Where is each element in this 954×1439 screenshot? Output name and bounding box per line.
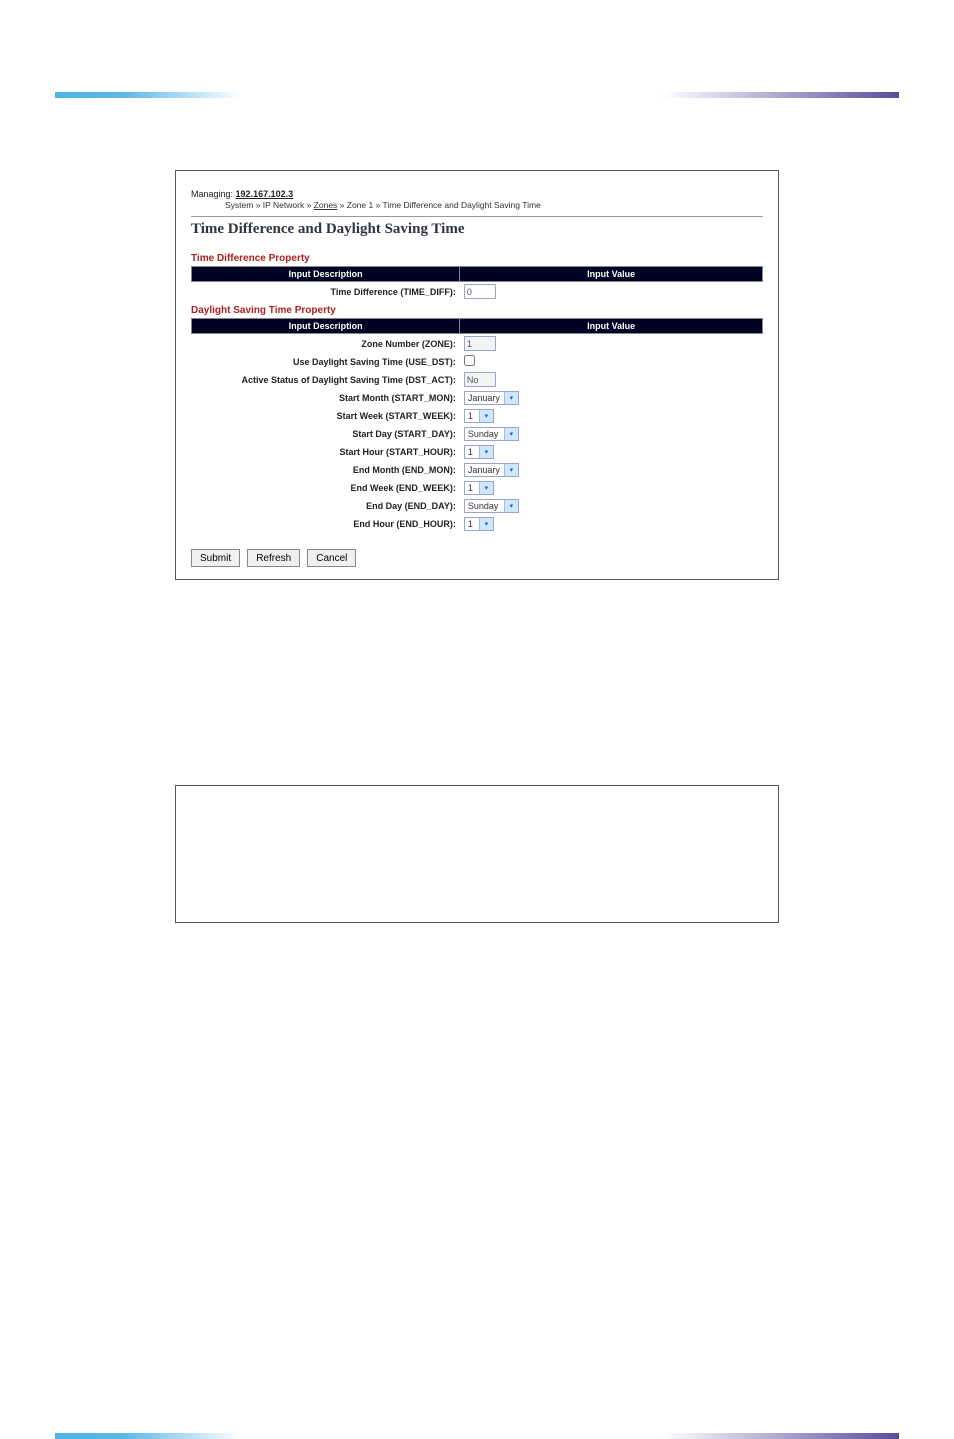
dropdown-value: Sunday	[468, 501, 504, 511]
dst-table: Input Description Input Value Zone Numbe…	[191, 318, 763, 533]
blank-panel	[175, 785, 779, 923]
input-label: Zone Number (ZONE):	[192, 334, 460, 354]
dropdown[interactable]: Sunday▾	[464, 427, 519, 441]
page-title: Time Difference and Daylight Saving Time	[191, 221, 763, 238]
input-label: End Day (END_DAY):	[192, 497, 460, 515]
dropdown[interactable]: Sunday▾	[464, 499, 519, 513]
table-header-val: Input Value	[460, 319, 763, 334]
input-label: End Hour (END_HOUR):	[192, 515, 460, 533]
text-input	[464, 336, 496, 351]
dropdown[interactable]: 1▾	[464, 409, 494, 423]
refresh-button[interactable]: Refresh	[247, 549, 300, 567]
managing-line: Managing: 192.167.102.3	[191, 189, 763, 199]
breadcrumb-item: Zone 1	[347, 200, 373, 210]
breadcrumb-item[interactable]: Zones	[314, 200, 338, 210]
chevron-down-icon: ▾	[504, 392, 518, 404]
table-header-desc: Input Description	[192, 267, 460, 282]
chevron-down-icon: ▾	[504, 428, 518, 440]
dropdown[interactable]: January▾	[464, 391, 519, 405]
table-row: Start Week (START_WEEK): 1▾	[192, 407, 763, 425]
divider	[191, 216, 763, 217]
config-panel: Managing: 192.167.102.3 System » IP Netw…	[175, 170, 779, 580]
breadcrumb-item: Time Difference and Daylight Saving Time	[383, 200, 541, 210]
submit-button[interactable]: Submit	[191, 549, 240, 567]
dropdown[interactable]: 1▾	[464, 445, 494, 459]
section-title-dst: Daylight Saving Time Property	[191, 305, 763, 316]
input-label: Start Day (START_DAY):	[192, 425, 460, 443]
table-row: Time Difference (TIME_DIFF):	[192, 282, 763, 302]
input-cell	[460, 334, 763, 354]
managing-ip[interactable]: 192.167.102.3	[236, 189, 294, 199]
chevron-down-icon: ▾	[504, 500, 518, 512]
table-row: Use Daylight Saving Time (USE_DST):	[192, 353, 763, 370]
chevron-down-icon: ▾	[479, 410, 493, 422]
dropdown-value: 1	[468, 447, 479, 457]
input-cell: Sunday▾	[460, 497, 763, 515]
cancel-button[interactable]: Cancel	[307, 549, 356, 567]
input-cell	[460, 353, 763, 370]
time-diff-table: Input Description Input Value Time Diffe…	[191, 266, 763, 301]
dropdown-value: Sunday	[468, 429, 504, 439]
input-label: Active Status of Daylight Saving Time (D…	[192, 370, 460, 389]
dropdown-value: 1	[468, 411, 479, 421]
breadcrumb-item: IP Network	[263, 200, 304, 210]
input-cell: 1▾	[460, 443, 763, 461]
input-cell	[460, 282, 763, 302]
table-row: End Hour (END_HOUR): 1▾	[192, 515, 763, 533]
text-input	[464, 372, 496, 387]
checkbox[interactable]	[464, 355, 475, 366]
table-row: Active Status of Daylight Saving Time (D…	[192, 370, 763, 389]
breadcrumb-item: System	[225, 200, 253, 210]
dropdown[interactable]: 1▾	[464, 517, 494, 531]
input-cell	[460, 370, 763, 389]
table-header-val: Input Value	[460, 267, 763, 282]
section-title-timediff: Time Difference Property	[191, 253, 763, 264]
input-label: Start Week (START_WEEK):	[192, 407, 460, 425]
input-cell: 1▾	[460, 479, 763, 497]
table-row: End Month (END_MON): January▾	[192, 461, 763, 479]
top-gradient-bar	[55, 92, 899, 98]
input-label: Time Difference (TIME_DIFF):	[192, 282, 460, 302]
dropdown-value: 1	[468, 483, 479, 493]
chevron-down-icon: ▾	[479, 518, 493, 530]
chevron-down-icon: ▾	[479, 482, 493, 494]
input-label: End Week (END_WEEK):	[192, 479, 460, 497]
chevron-down-icon: ▾	[504, 464, 518, 476]
dropdown-value: 1	[468, 519, 479, 529]
table-header-row: Input Description Input Value	[192, 319, 763, 334]
chevron-down-icon: ▾	[479, 446, 493, 458]
input-cell: 1▾	[460, 407, 763, 425]
table-row: Zone Number (ZONE):	[192, 334, 763, 354]
dropdown-value: January	[468, 393, 504, 403]
button-row: Submit Refresh Cancel	[191, 549, 763, 567]
input-cell: January▾	[460, 389, 763, 407]
input-cell: January▾	[460, 461, 763, 479]
input-label: Use Daylight Saving Time (USE_DST):	[192, 353, 460, 370]
breadcrumb: System » IP Network » Zones » Zone 1 » T…	[225, 200, 763, 210]
table-row: Start Month (START_MON): January▾	[192, 389, 763, 407]
input-label: Start Hour (START_HOUR):	[192, 443, 460, 461]
table-row: End Day (END_DAY): Sunday▾	[192, 497, 763, 515]
text-input[interactable]	[464, 284, 496, 299]
table-row: End Week (END_WEEK): 1▾	[192, 479, 763, 497]
managing-label: Managing:	[191, 189, 233, 199]
input-label: End Month (END_MON):	[192, 461, 460, 479]
input-label: Start Month (START_MON):	[192, 389, 460, 407]
input-cell: Sunday▾	[460, 425, 763, 443]
table-row: Start Day (START_DAY): Sunday▾	[192, 425, 763, 443]
dropdown[interactable]: 1▾	[464, 481, 494, 495]
table-header-row: Input Description Input Value	[192, 267, 763, 282]
table-row: Start Hour (START_HOUR): 1▾	[192, 443, 763, 461]
table-header-desc: Input Description	[192, 319, 460, 334]
bottom-gradient-bar	[55, 1433, 899, 1439]
dropdown[interactable]: January▾	[464, 463, 519, 477]
input-cell: 1▾	[460, 515, 763, 533]
dropdown-value: January	[468, 465, 504, 475]
